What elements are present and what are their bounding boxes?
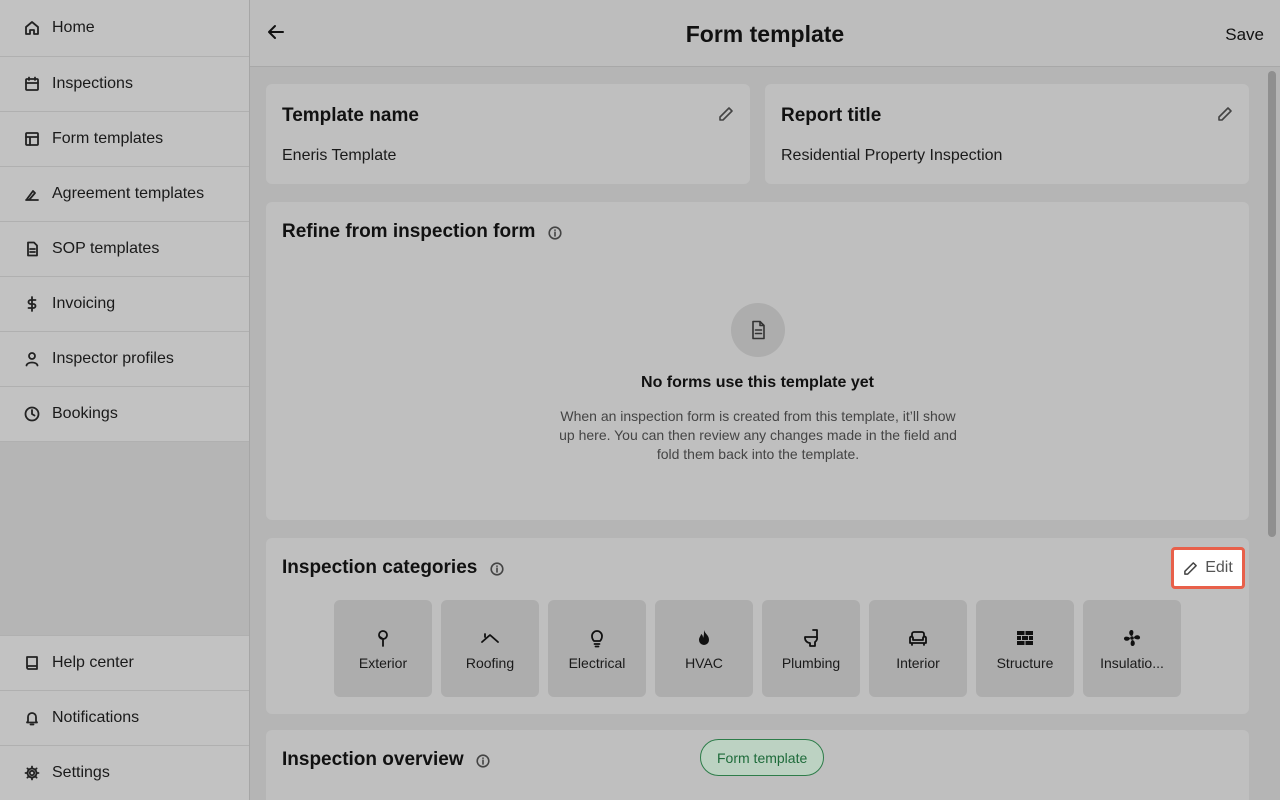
sidebar-item-label: Form templates <box>52 130 164 147</box>
refine-title: Refine from inspection form <box>282 221 536 242</box>
sidebar-item-label: Agreement templates <box>52 185 205 202</box>
page-title: Form template <box>685 21 845 47</box>
sidebar-bottom-nav: Help center Notifications Settings <box>0 635 249 800</box>
sidebar-item-label: Settings <box>52 764 110 781</box>
empty-state-document-icon <box>731 303 785 357</box>
pencil-icon <box>719 107 733 121</box>
edit-template-name-button[interactable] <box>718 106 734 122</box>
template-name-label: Template name <box>282 105 419 126</box>
info-icon[interactable] <box>548 226 562 240</box>
category-label: Structure <box>996 654 1054 671</box>
sidebar-item-label: Notifications <box>52 709 140 726</box>
category-tile-exterior[interactable]: Exterior <box>334 600 432 697</box>
dollar-icon <box>24 296 40 312</box>
categories-heading: Inspection categories <box>282 557 504 579</box>
pencil-icon <box>1184 561 1198 575</box>
fan-icon <box>1121 627 1143 649</box>
category-label: HVAC <box>685 654 723 671</box>
category-label: Roofing <box>465 654 515 671</box>
tree-icon <box>372 627 394 649</box>
sidebar-item-label: Invoicing <box>52 295 116 312</box>
category-tile-electrical[interactable]: Electrical <box>548 600 646 697</box>
roof-icon <box>479 627 501 649</box>
calendar-icon <box>24 76 40 92</box>
template-name-value: Eneris Template <box>282 147 397 164</box>
empty-state-description: When an inspection form is created from … <box>559 408 957 462</box>
signature-icon <box>24 186 40 202</box>
flame-icon <box>693 627 715 649</box>
edit-categories-button[interactable]: Edit <box>1171 547 1245 589</box>
inspection-categories-card: Inspection categories Edit Exterior Roof… <box>266 538 1249 714</box>
user-icon <box>24 351 40 367</box>
sidebar-item-sop-templates[interactable]: SOP templates <box>0 222 249 277</box>
sidebar-item-inspections[interactable]: Inspections <box>0 57 249 112</box>
category-tiles: Exterior Roofing Electrical HVAC Plumbin… <box>334 600 1181 697</box>
category-tile-structure[interactable]: Structure <box>976 600 1074 697</box>
sidebar-item-inspector-profiles[interactable]: Inspector profiles <box>0 332 249 387</box>
home-icon <box>24 20 40 36</box>
gear-icon <box>24 765 40 781</box>
page-header: Form template Save <box>250 0 1280 67</box>
category-label: Plumbing <box>781 654 841 671</box>
category-tile-insulation[interactable]: Insulatio... <box>1083 600 1181 697</box>
toilet-icon <box>800 627 822 649</box>
pencil-icon <box>1218 107 1232 121</box>
book-icon <box>24 655 40 671</box>
report-title-label: Report title <box>781 105 882 126</box>
report-title-card: Report title Residential Property Inspec… <box>765 84 1249 184</box>
template-name-card: Template name Eneris Template <box>266 84 750 184</box>
refine-heading: Refine from inspection form <box>282 221 562 243</box>
sidebar-item-label: Home <box>52 19 95 36</box>
category-label: Electrical <box>568 654 626 671</box>
category-tile-plumbing[interactable]: Plumbing <box>762 600 860 697</box>
sidebar-item-label: SOP templates <box>52 240 160 257</box>
bell-icon <box>24 710 40 726</box>
save-button[interactable]: Save <box>1225 25 1264 45</box>
scrollbar-thumb[interactable] <box>1268 71 1276 537</box>
brick-icon <box>1014 627 1036 649</box>
sofa-icon <box>907 627 929 649</box>
main-content: Template name Eneris Template Report tit… <box>250 67 1280 800</box>
category-tile-interior[interactable]: Interior <box>869 600 967 697</box>
lightbulb-icon <box>586 627 608 649</box>
form-template-badge[interactable]: Form template <box>700 739 825 776</box>
report-title-value: Residential Property Inspection <box>781 147 1003 164</box>
edit-button-label: Edit <box>1205 559 1233 576</box>
category-label: Interior <box>896 654 940 671</box>
sidebar-item-notifications[interactable]: Notifications <box>0 690 249 745</box>
empty-state-title: No forms use this template yet <box>641 374 874 391</box>
category-label: Exterior <box>358 654 408 671</box>
sidebar-item-form-templates[interactable]: Form templates <box>0 112 249 167</box>
overview-title: Inspection overview <box>282 749 464 770</box>
category-tile-roofing[interactable]: Roofing <box>441 600 539 697</box>
sidebar: Home Inspections Form templates Agreemen… <box>0 0 250 800</box>
document-icon <box>24 241 40 257</box>
info-icon[interactable] <box>476 754 490 768</box>
categories-title: Inspection categories <box>282 557 478 578</box>
sidebar-item-label: Inspections <box>52 75 133 92</box>
sidebar-item-home[interactable]: Home <box>0 0 249 57</box>
sidebar-item-label: Help center <box>52 654 134 671</box>
sidebar-item-label: Inspector profiles <box>52 350 174 367</box>
sidebar-item-bookings[interactable]: Bookings <box>0 387 249 442</box>
clock-icon <box>24 406 40 422</box>
edit-report-title-button[interactable] <box>1217 106 1233 122</box>
inspection-overview-card: Inspection overview Form template <box>266 730 1249 800</box>
sidebar-item-agreement-templates[interactable]: Agreement templates <box>0 167 249 222</box>
info-icon[interactable] <box>490 562 504 576</box>
sidebar-top-nav: Home Inspections Form templates Agreemen… <box>0 0 249 442</box>
category-tile-hvac[interactable]: HVAC <box>655 600 753 697</box>
sidebar-item-settings[interactable]: Settings <box>0 745 249 800</box>
layout-icon <box>24 131 40 147</box>
refine-card: Refine from inspection form No forms use… <box>266 202 1249 520</box>
sidebar-item-help-center[interactable]: Help center <box>0 635 249 690</box>
overview-heading: Inspection overview <box>282 749 490 771</box>
sidebar-item-label: Bookings <box>52 405 118 422</box>
category-label: Insulatio... <box>1100 654 1164 671</box>
sidebar-item-invoicing[interactable]: Invoicing <box>0 277 249 332</box>
